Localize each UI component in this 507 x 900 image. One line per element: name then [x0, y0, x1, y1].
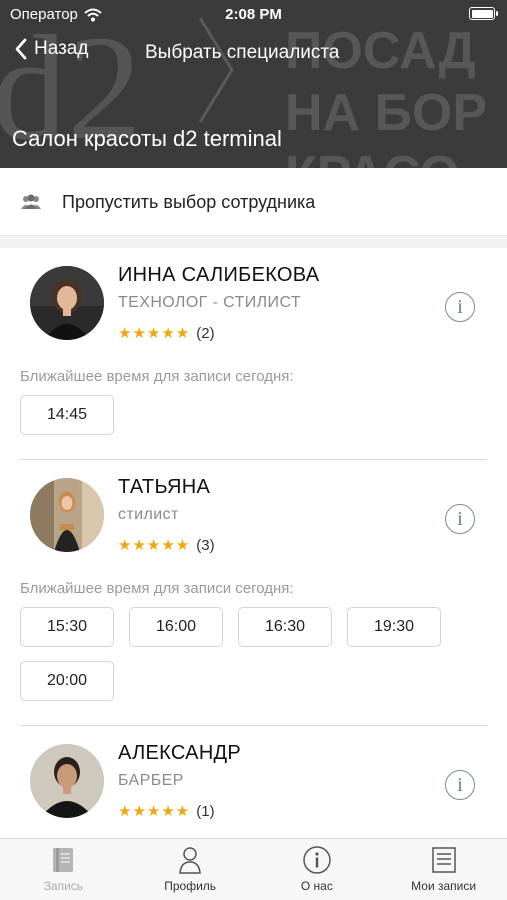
nearest-time-label: Ближайшее время для записи сегодня:	[20, 368, 294, 385]
rating-stars: ★★★★★	[118, 325, 191, 342]
info-icon	[303, 846, 331, 874]
time-slot-button[interactable]: 15:30	[20, 607, 114, 647]
time-slot-button[interactable]: 20:00	[20, 661, 114, 701]
info-icon[interactable]: i	[445, 770, 475, 800]
skip-selection-row[interactable]: Пропустить выбор сотрудника	[0, 168, 507, 236]
rating: ★★★★★ (3)	[118, 536, 215, 555]
back-label: Назад	[34, 38, 89, 59]
avatar	[30, 266, 104, 340]
list-icon	[431, 847, 456, 873]
tab-bar: Запись Профиль О нас Мои записи	[0, 838, 507, 900]
section-gap	[0, 236, 507, 248]
rating-count: (3)	[196, 536, 215, 554]
specialist-name: ТАТЬЯНА	[118, 476, 211, 498]
nav-title: Выбрать специалиста	[145, 42, 340, 63]
time-slot-button[interactable]: 14:45	[20, 395, 114, 435]
specialist-name: АЛЕКСАНДР	[118, 742, 242, 764]
avatar	[30, 744, 104, 818]
tab-label: Мои записи	[411, 879, 477, 893]
time-slot-button[interactable]: 16:30	[238, 607, 332, 647]
info-icon[interactable]: i	[445, 292, 475, 322]
specialist-role: стилист	[118, 506, 179, 523]
tab-booking[interactable]: Запись	[0, 839, 127, 900]
back-button[interactable]: Назад	[14, 38, 88, 60]
tab-about[interactable]: О нас	[254, 839, 381, 900]
bg-line-3: КРАСО	[285, 146, 460, 168]
person-icon	[179, 847, 201, 874]
header: d2 ПОСАД НА БОР КРАСО Оператор 2:08 PM Н…	[0, 0, 507, 168]
battery-icon	[469, 7, 498, 20]
time-slots: 14:45	[20, 395, 487, 435]
rating-count: (2)	[196, 324, 215, 342]
tab-my-bookings[interactable]: Мои записи	[380, 839, 507, 900]
specialist-card[interactable]: ТАТЬЯНА стилист ★★★★★ (3) i Ближайшее вр…	[0, 460, 507, 726]
rating: ★★★★★ (1)	[118, 802, 215, 821]
chevron-left-icon	[15, 38, 27, 60]
time-slot-button[interactable]: 16:00	[129, 607, 223, 647]
time-slot-button[interactable]: 19:30	[347, 607, 441, 647]
tab-label: Запись	[43, 879, 84, 893]
specialist-role: БАРБЕР	[118, 772, 184, 789]
rating: ★★★★★ (2)	[118, 324, 215, 343]
tab-label: О нас	[300, 879, 333, 893]
rating-stars: ★★★★★	[118, 803, 191, 820]
group-icon	[21, 194, 41, 209]
tab-label: Профиль	[164, 879, 217, 893]
info-icon[interactable]: i	[445, 504, 475, 534]
specialist-name: ИННА САЛИБЕКОВА	[118, 264, 320, 286]
rating-stars: ★★★★★	[118, 537, 191, 554]
nearest-time-label: Ближайшее время для записи сегодня:	[20, 580, 294, 597]
specialist-card[interactable]: ИННА САЛИБЕКОВА ТЕХНОЛОГ - СТИЛИСТ ★★★★★…	[0, 248, 507, 460]
tab-profile[interactable]: Профиль	[127, 839, 254, 900]
book-icon	[53, 848, 74, 872]
status-bar: Оператор 2:08 PM	[0, 0, 507, 30]
rating-count: (1)	[196, 802, 215, 820]
specialist-role: ТЕХНОЛОГ - СТИЛИСТ	[118, 294, 302, 311]
nav-bar: Назад Выбрать специалиста	[0, 30, 507, 74]
salon-title: Салон красоты d2 terminal	[12, 126, 282, 151]
status-time: 2:08 PM	[225, 6, 282, 23]
specialist-list: ИННА САЛИБЕКОВА ТЕХНОЛОГ - СТИЛИСТ ★★★★★…	[0, 248, 507, 838]
avatar	[30, 478, 104, 552]
bg-line-2: НА БОР	[285, 84, 487, 142]
time-slots: 15:30 16:00 16:30 19:30 20:00	[20, 607, 487, 701]
specialist-card[interactable]: АЛЕКСАНДР БАРБЕР ★★★★★ (1) i	[0, 726, 507, 826]
skip-label: Пропустить выбор сотрудника	[62, 192, 316, 212]
